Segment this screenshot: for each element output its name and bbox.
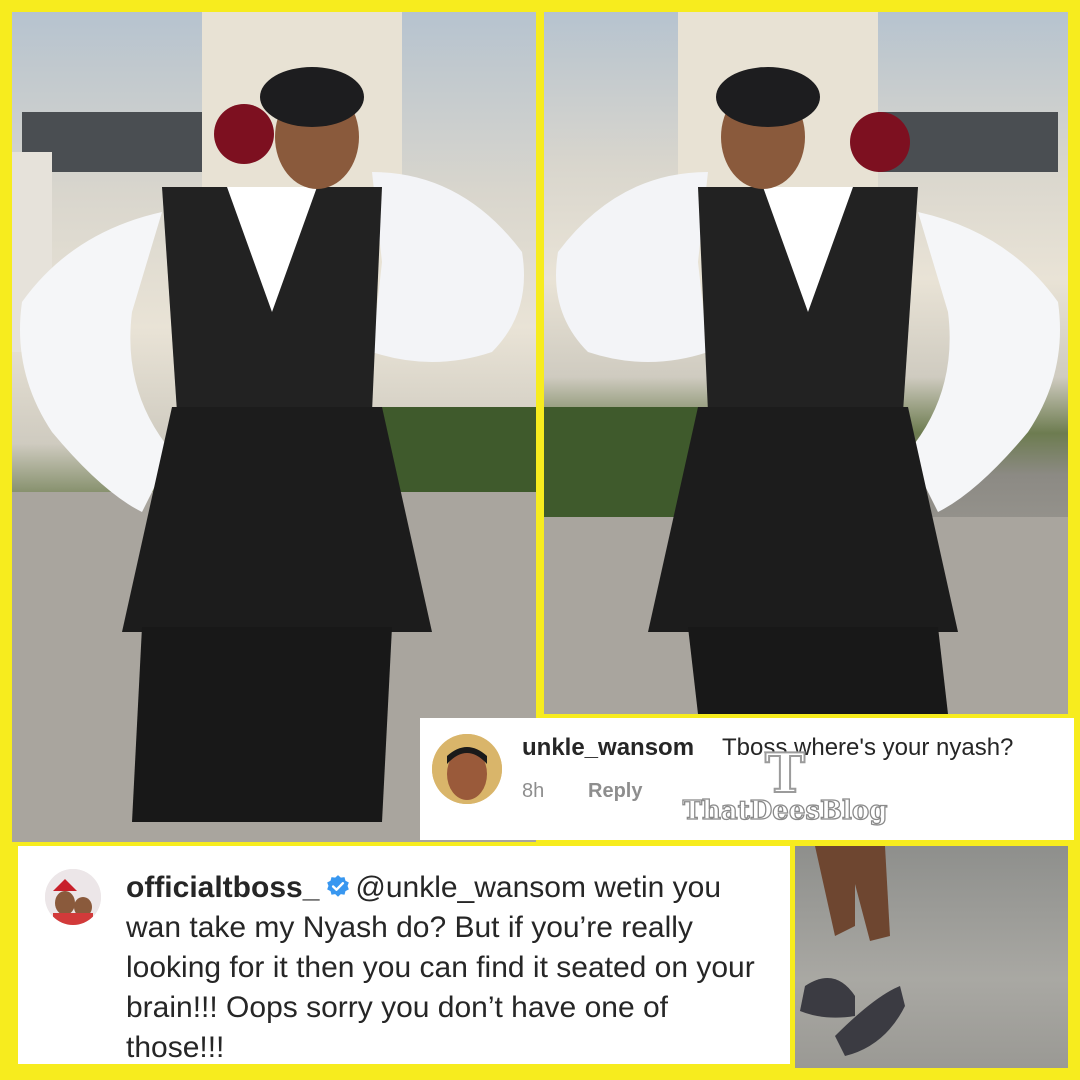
comment-officialtboss: officialtboss_ @unkle_wansom wetin you wa… bbox=[18, 846, 790, 1064]
comment-unkle-wansom: unkle_wansom Tboss where's your nyash? 8… bbox=[420, 718, 1074, 840]
commenter-avatar[interactable] bbox=[432, 734, 502, 804]
avatar-face-icon bbox=[432, 734, 502, 804]
comment-body: officialtboss_ @unkle_wansom wetin you wa… bbox=[126, 868, 766, 1068]
commenter-avatar[interactable] bbox=[45, 869, 101, 925]
photo-illustration-right bbox=[544, 12, 1068, 714]
reply-button[interactable]: Reply bbox=[588, 780, 642, 803]
watermark-name: ThatDeesBlog bbox=[682, 795, 888, 826]
comment-timestamp: 8h bbox=[522, 780, 545, 802]
comment-username[interactable]: officialtboss_ bbox=[126, 871, 319, 904]
fashion-photo-right bbox=[544, 12, 1068, 714]
watermark: T ThatDeesBlog bbox=[670, 741, 900, 840]
avatar-photo-icon bbox=[45, 869, 101, 925]
watermark-letter: T bbox=[764, 741, 806, 805]
comment-username[interactable]: unkle_wansom bbox=[522, 734, 694, 762]
shoes-photo bbox=[795, 846, 1068, 1068]
shoes-illustration bbox=[800, 846, 905, 1056]
verified-badge-icon bbox=[327, 875, 350, 897]
